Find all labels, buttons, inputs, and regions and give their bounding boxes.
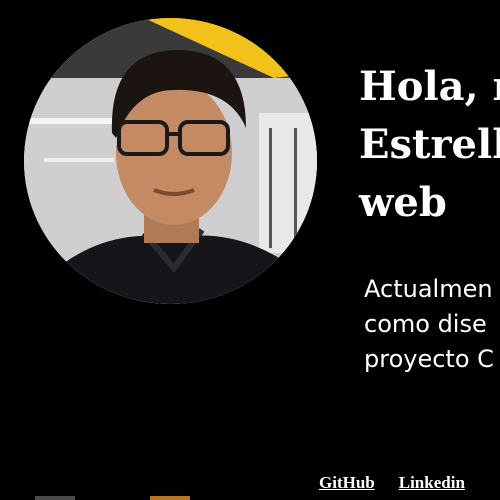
- hero-intro-line-3: proyecto C: [364, 345, 494, 373]
- next-section-strip-left: [35, 496, 75, 500]
- hero-title-line-1: Hola, m: [359, 63, 500, 110]
- hero-intro: Actualmen como dise proyecto C: [364, 272, 494, 377]
- page: Hola, m Estrella web Actualmen como dise…: [0, 0, 500, 500]
- profile-photo: [24, 18, 317, 304]
- hero-title: Hola, m Estrella web: [359, 58, 500, 232]
- github-link[interactable]: GitHub: [319, 473, 375, 493]
- hero-intro-line-2: como dise: [364, 310, 487, 338]
- profile-photo-illustration: [24, 18, 317, 304]
- social-links: GitHub Linkedin: [319, 473, 465, 493]
- linkedin-link[interactable]: Linkedin: [399, 473, 465, 493]
- hero-title-line-2: Estrella: [359, 121, 500, 168]
- next-section-strip-right: [150, 496, 190, 500]
- hero-title-line-3: web: [359, 179, 447, 226]
- hero-intro-line-1: Actualmen: [364, 275, 493, 303]
